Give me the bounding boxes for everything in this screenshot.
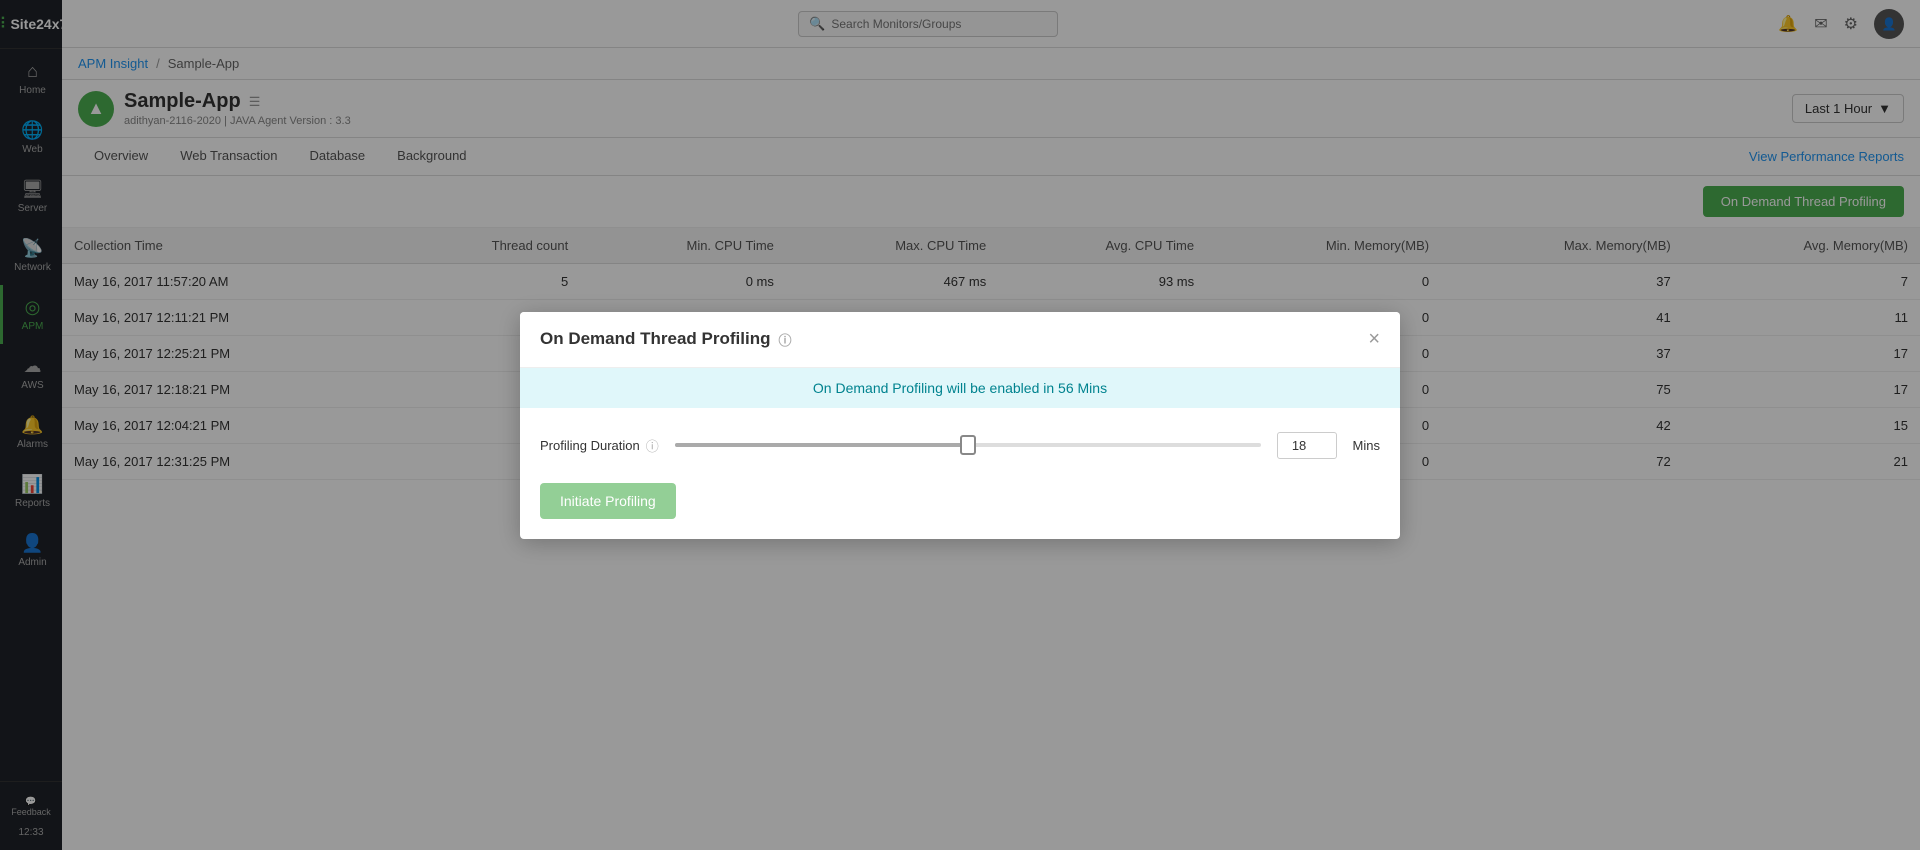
modal-body: Profiling Duration ⓘ Mins: [520, 408, 1400, 483]
slider-track: [675, 443, 1261, 447]
profiling-slider-container: [675, 443, 1261, 447]
slider-fill: [675, 443, 968, 447]
modal-title-text: On Demand Thread Profiling: [540, 329, 770, 349]
modal-title: On Demand Thread Profiling ⓘ: [540, 329, 791, 349]
initiate-profiling-button[interactable]: Initiate Profiling: [540, 483, 676, 519]
mins-label: Mins: [1353, 438, 1380, 453]
modal-close-button[interactable]: ×: [1368, 328, 1380, 351]
modal: On Demand Thread Profiling ⓘ × On Demand…: [520, 312, 1400, 539]
profiling-row: Profiling Duration ⓘ Mins: [540, 432, 1380, 459]
modal-info-message: On Demand Profiling will be enabled in 5…: [813, 380, 1107, 396]
modal-overlay: On Demand Thread Profiling ⓘ × On Demand…: [0, 0, 1920, 850]
profiling-duration-input[interactable]: [1277, 432, 1337, 459]
slider-thumb[interactable]: [960, 435, 976, 455]
modal-footer: Initiate Profiling: [520, 483, 1400, 539]
profiling-info-icon[interactable]: ⓘ: [646, 436, 659, 455]
modal-info-bar: On Demand Profiling will be enabled in 5…: [520, 368, 1400, 408]
profiling-duration-label: Profiling Duration ⓘ: [540, 436, 659, 455]
modal-header: On Demand Thread Profiling ⓘ ×: [520, 312, 1400, 368]
modal-info-icon[interactable]: ⓘ: [778, 330, 791, 349]
profiling-duration-text: Profiling Duration: [540, 438, 640, 453]
